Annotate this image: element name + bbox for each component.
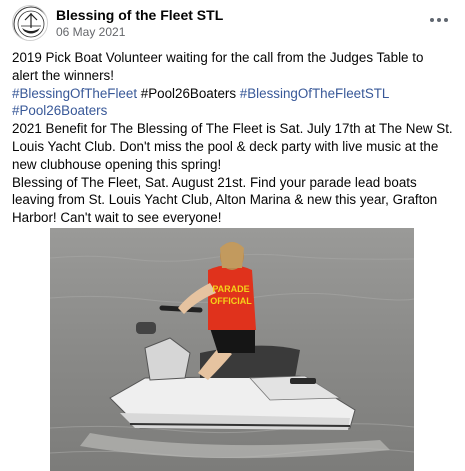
more-horizontal-icon-dot: [437, 18, 441, 22]
more-horizontal-icon-dot: [444, 18, 448, 22]
jetski-photo: PARADE OFFICIAL: [50, 228, 414, 471]
post-text-line: new clubhouse opening this spring!: [12, 156, 222, 172]
shirt-text-1: PARADE: [212, 284, 249, 294]
facebook-post: Blessing of the Fleet STL 06 May 2021 20…: [0, 0, 465, 471]
post-text-line: 2019 Pick Boat Volunteer waiting for the…: [12, 50, 424, 65]
hashtag-link[interactable]: #BlessingOfTheFleetSTL: [240, 86, 390, 101]
hashtag-link[interactable]: #Pool26Boaters: [12, 103, 107, 118]
post-text-line: alert the winners!: [12, 67, 114, 83]
page-avatar[interactable]: [12, 5, 48, 41]
fleet-logo-icon: [13, 6, 47, 40]
post-text-line: Harbor! Can't wait to see everyone!: [12, 210, 222, 226]
more-horizontal-icon: [430, 18, 434, 22]
post-text-line: 2021 Benefit for The Blessing of The Fle…: [12, 121, 453, 137]
hashtags-line: #BlessingOfTheFleet #Pool26Boaters #Bles…: [12, 85, 452, 103]
post-text-line: Louis Yacht Club. Don't miss the pool & …: [12, 138, 439, 154]
post-photo[interactable]: PARADE OFFICIAL: [50, 228, 414, 471]
hashtag-link[interactable]: #BlessingOfTheFleet: [12, 86, 137, 101]
page-name-link[interactable]: Blessing of the Fleet STL: [56, 7, 223, 23]
shirt-text-2: OFFICIAL: [210, 296, 252, 306]
hashtag-line-2: #Pool26Boaters: [12, 102, 452, 120]
more-options-button[interactable]: [425, 9, 453, 31]
post-text-line: leaving from St. Louis Yacht Club, Alton…: [12, 192, 438, 208]
post-text-line: Blessing of The Fleet, Sat. August 21st.…: [12, 174, 417, 190]
post-header: Blessing of the Fleet STL 06 May 2021: [12, 5, 455, 41]
hashtag-plain: #Pool26Boaters: [137, 85, 240, 101]
post-text: 2019 Pick Boat Volunteer waiting for the…: [12, 49, 453, 227]
post-timestamp[interactable]: 06 May 2021: [56, 25, 125, 39]
